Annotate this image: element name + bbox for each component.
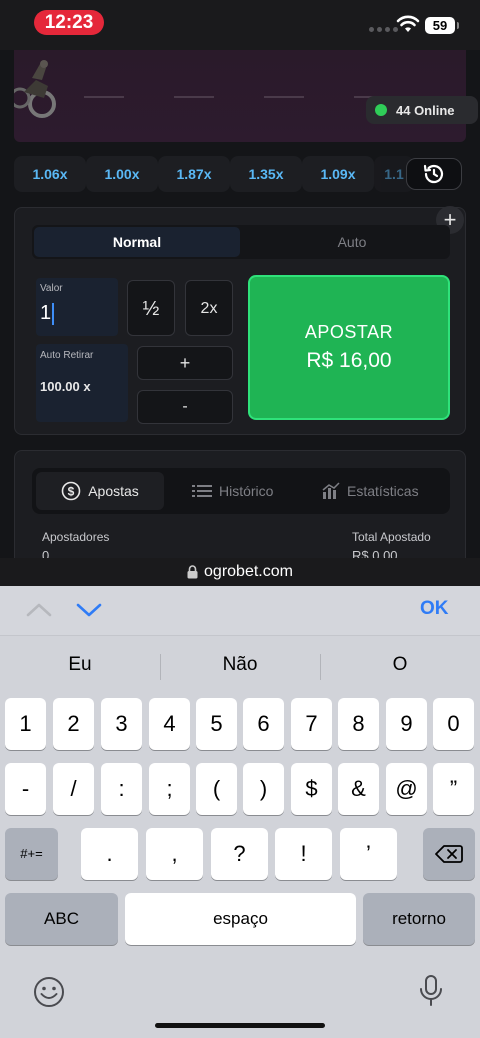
tab-auto[interactable]: Auto [257,227,447,257]
key-7[interactable]: 7 [291,698,332,750]
history-icon [423,164,444,184]
key-hyphen[interactable]: - [5,763,46,815]
key-4[interactable]: 4 [149,698,190,750]
multiplier-chip: 1.00x [86,156,158,192]
url-text: ogrobet.com [204,563,293,580]
key-5[interactable]: 5 [196,698,237,750]
bet-value-label: Valor [40,283,63,294]
increase-button[interactable]: + [137,346,233,380]
chevron-down-icon[interactable] [76,602,102,618]
key-colon[interactable]: : [101,763,142,815]
decrease-button[interactable]: - [137,390,233,424]
svg-text:$: $ [68,485,75,499]
auto-withdraw-label: Auto Retirar [40,350,94,361]
battery-icon: 59 [425,17,459,34]
history-button[interactable] [406,158,462,190]
key-ampersand[interactable]: & [338,763,379,815]
bet-value-field[interactable]: Valor 1 [36,278,118,336]
list-icon [192,485,212,497]
key-1[interactable]: 1 [5,698,46,750]
symbols-key[interactable]: #+= [5,828,58,880]
tab-bets[interactable]: $ Apostas [36,472,164,510]
bets-tabs: $ Apostas Histórico Estatísticas [32,468,450,514]
dollar-circle-icon: $ [61,481,81,501]
motorcycle-icon [14,60,56,118]
chart-icon [322,482,340,499]
bets-panel: $ Apostas Histórico Estatísticas Apostad… [14,450,466,558]
tab-statistics[interactable]: Estatísticas [322,468,419,514]
key-period[interactable]: . [81,828,138,880]
chevron-up-icon[interactable] [26,602,52,618]
bet-panel: + Normal Auto Valor 1 ½ 2x Auto Retirar … [14,206,466,435]
suggestion-item[interactable]: O [320,654,480,676]
online-status-icon [375,104,387,116]
mode-tabs: Normal Auto [32,225,450,259]
key-slash[interactable]: / [53,763,94,815]
keyboard-toolbar: OK [0,586,480,636]
tab-statistics-label: Estatísticas [347,483,419,499]
key-exclamation[interactable]: ! [275,828,332,880]
key-3[interactable]: 3 [101,698,142,750]
total-bet-value: R$ 0,00 [352,548,398,558]
tab-bets-label: Apostas [88,483,139,499]
double-button[interactable]: 2x [185,280,233,336]
auto-withdraw-value: 100.00 x [40,379,91,394]
place-bet-amount: R$ 16,00 [306,349,392,372]
home-indicator [155,1023,325,1028]
half-button[interactable]: ½ [127,280,175,336]
key-comma[interactable]: , [146,828,203,880]
lock-icon [187,565,198,579]
abc-key[interactable]: ABC [5,893,118,945]
key-0[interactable]: 0 [433,698,474,750]
auto-withdraw-field[interactable]: Auto Retirar 100.00 x [36,344,128,422]
browser-url-bar[interactable]: ogrobet.com [0,558,480,586]
key-2[interactable]: 2 [53,698,94,750]
keyboard: Eu Não O 1 2 3 4 5 6 7 8 9 0 - / : ; ( )… [0,636,480,1038]
game-canvas: 44 Online [14,50,478,142]
place-bet-button[interactable]: APOSTAR R$ 16,00 [248,275,450,420]
text-caret [52,302,55,325]
key-close-paren[interactable]: ) [243,763,284,815]
done-button[interactable]: OK [420,598,449,620]
cellular-signal-icon [369,27,398,32]
online-text: 44 Online [396,102,455,118]
multiplier-chip: 1.87x [158,156,230,192]
tab-history-label: Histórico [219,483,274,499]
backspace-key[interactable] [423,828,475,880]
suggestion-item[interactable]: Eu [0,654,160,676]
key-8[interactable]: 8 [338,698,379,750]
key-question[interactable]: ? [211,828,268,880]
space-key[interactable]: espaço [125,893,356,945]
total-bet-label: Total Apostado [352,530,431,544]
key-9[interactable]: 9 [386,698,427,750]
bet-value-input[interactable]: 1 [40,302,55,325]
key-at[interactable]: @ [386,763,427,815]
wifi-icon [396,15,420,32]
players-value: 0 [42,548,50,558]
key-open-paren[interactable]: ( [196,763,237,815]
key-6[interactable]: 6 [243,698,284,750]
bet-value-text: 1 [40,302,52,324]
status-bar: 12:23 59 [0,0,480,50]
players-label: Apostadores [42,530,110,544]
return-key[interactable]: retorno [363,893,475,945]
key-apostrophe[interactable]: ’ [340,828,397,880]
key-semicolon[interactable]: ; [149,763,190,815]
multiplier-chip: 1.09x [302,156,374,192]
emoji-icon[interactable] [33,976,65,1008]
multiplier-chip: 1.35x [230,156,302,192]
backspace-icon [435,845,463,863]
tab-history[interactable]: Histórico [192,468,273,514]
microphone-icon[interactable] [418,974,444,1008]
multiplier-history: 1.06x 1.00x 1.87x 1.35x 1.09x 1.1 [14,156,466,192]
crash-game-app: 44 Online 1.06x 1.00x 1.87x 1.35x 1.09x … [0,50,480,558]
place-bet-label: APOSTAR [304,322,394,342]
key-dollar[interactable]: $ [291,763,332,815]
online-counter: 44 Online [366,96,478,124]
key-quote[interactable]: ” [433,763,474,815]
tab-normal[interactable]: Normal [34,227,240,257]
multiplier-chip: 1.06x [14,156,86,192]
suggestion-item[interactable]: Não [160,654,320,676]
status-time[interactable]: 12:23 [34,10,104,35]
